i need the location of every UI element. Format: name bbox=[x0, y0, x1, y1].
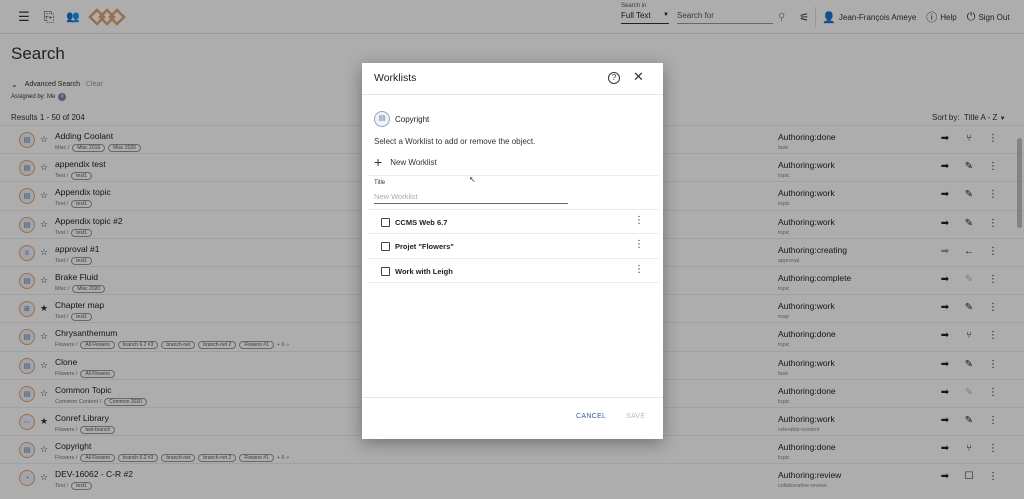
save-button[interactable]: SAVE bbox=[626, 413, 645, 420]
close-icon[interactable]: ✕ bbox=[633, 69, 644, 85]
object-name: Copyright bbox=[395, 115, 430, 124]
help-icon[interactable]: ? bbox=[608, 72, 620, 84]
new-worklist-button[interactable]: + New Worklist bbox=[374, 154, 437, 170]
topic-icon: ▤ bbox=[374, 111, 390, 127]
more-vert-icon[interactable]: ⋮ bbox=[634, 215, 644, 226]
title-field-label: Title bbox=[374, 180, 386, 186]
worklist-item[interactable]: Work with Leigh ⋮ bbox=[368, 258, 659, 282]
dialog-title: Worklists bbox=[374, 72, 417, 84]
worklist-label: Work with Leigh bbox=[395, 267, 453, 276]
worklist-label: CCMS Web 6.7 bbox=[395, 218, 448, 227]
worklist-checkbox[interactable] bbox=[381, 242, 390, 251]
worklist-item[interactable]: CCMS Web 6.7 ⋮ bbox=[368, 209, 659, 233]
dialog-footer-divider bbox=[362, 397, 663, 398]
dialog-header: Worklists ? ✕ bbox=[362, 63, 663, 95]
divider bbox=[368, 282, 659, 283]
worklist-checkbox[interactable] bbox=[381, 218, 390, 227]
more-vert-icon[interactable]: ⋮ bbox=[634, 264, 644, 275]
worklist-label: Projet "Flowers" bbox=[395, 242, 454, 251]
dialog-instruction: Select a Worklist to add or remove the o… bbox=[374, 137, 536, 146]
worklist-checkbox[interactable] bbox=[381, 267, 390, 276]
divider bbox=[368, 175, 659, 176]
new-worklist-label: New Worklist bbox=[390, 157, 437, 167]
worklist-title-input[interactable] bbox=[374, 190, 568, 204]
more-vert-icon[interactable]: ⋮ bbox=[634, 239, 644, 250]
cancel-button[interactable]: CANCEL bbox=[576, 413, 606, 420]
worklist-item[interactable]: Projet "Flowers" ⋮ bbox=[368, 233, 659, 257]
mouse-cursor-icon: ↖ bbox=[469, 175, 476, 184]
plus-icon: + bbox=[374, 154, 383, 170]
worklists-dialog: Worklists ? ✕ ▤ Copyright Select a Workl… bbox=[362, 63, 663, 439]
